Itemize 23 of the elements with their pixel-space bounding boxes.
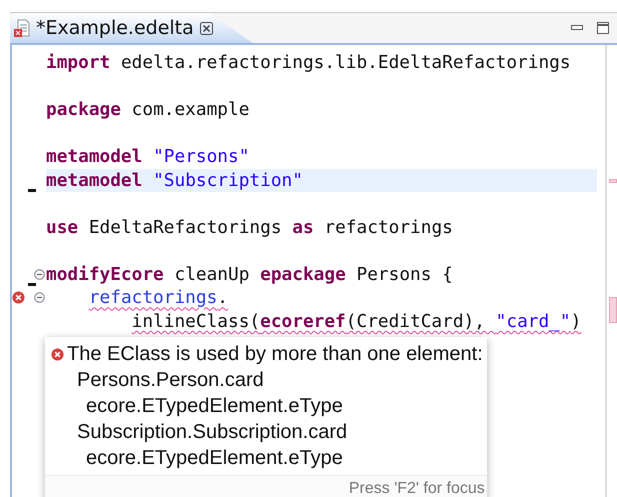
minimize-icon[interactable] bbox=[571, 25, 583, 31]
focus-hint: Press 'F2' for focus bbox=[45, 475, 487, 497]
error-message: The EClass is used by more than one element: bbox=[67, 342, 483, 367]
detail-text: ecore.ETypedElement.eType bbox=[85, 446, 344, 471]
code-line: modifyEcore cleanUp epackage Persons { bbox=[46, 262, 453, 286]
file-icon bbox=[14, 19, 30, 37]
close-icon[interactable] bbox=[200, 22, 213, 34]
code-line: use EdeltaRefactorings as refactorings bbox=[46, 216, 453, 239]
maximize-icon[interactable] bbox=[597, 22, 609, 34]
fold-icon[interactable] bbox=[34, 292, 45, 304]
detail-text: Subscription.Subscription.card bbox=[76, 420, 348, 445]
tab-title: *Example.edelta bbox=[36, 17, 194, 39]
fold-icon[interactable] bbox=[34, 268, 45, 280]
code-line: import edelta.refactorings.lib.EdeltaRefactorings bbox=[46, 51, 571, 74]
code-line: metamodel "Persons" bbox=[46, 145, 250, 168]
error-icon bbox=[51, 348, 64, 360]
code-line: metamodel "Subscription" bbox=[46, 168, 303, 192]
editor-tab[interactable]: *Example.edelta bbox=[10, 13, 253, 43]
detail-text: ecore.ETypedElement.eType bbox=[85, 394, 344, 419]
code-line: package com.example bbox=[46, 98, 250, 122]
code-line: refactorings. bbox=[88, 286, 228, 310]
code-line: inlineClass(ecoreref(CreditCard), "card_") bbox=[130, 310, 582, 333]
detail-text: Persons.Person.card bbox=[76, 368, 265, 393]
